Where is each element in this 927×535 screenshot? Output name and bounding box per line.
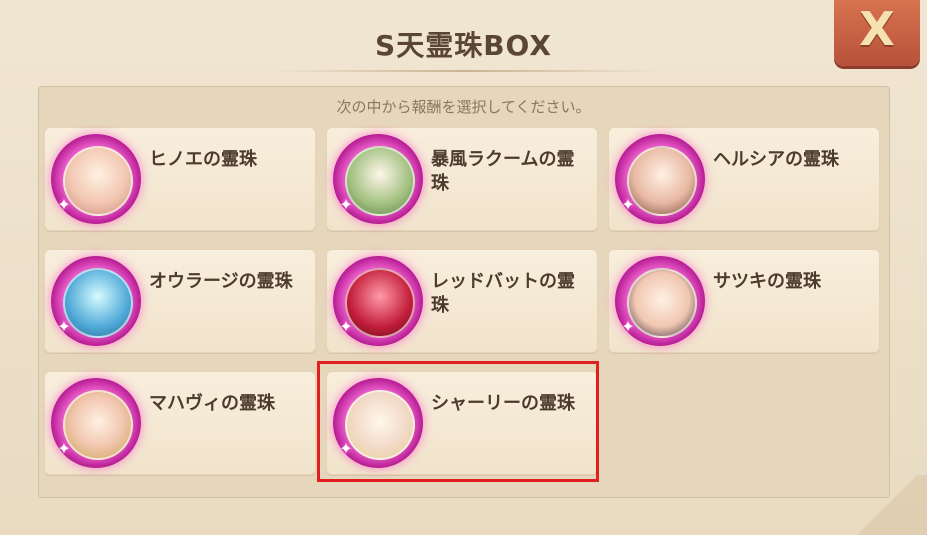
reward-box-dialog: S天霊珠BOX X 次の中から報酬を選択してください。 ✦ ヒノエの霊珠 ✦ 暴… xyxy=(0,0,927,535)
orb-icon: ✦ xyxy=(51,134,141,224)
reward-card-redbat[interactable]: ✦ レッドバットの霊珠 xyxy=(326,249,598,353)
instruction-text: 次の中から報酬を選択してください。 xyxy=(336,98,591,116)
sparkle-icon: ✦ xyxy=(57,317,71,336)
reward-label: オウラージの霊珠 xyxy=(149,271,293,292)
reward-card-satsuki[interactable]: ✦ サツキの霊珠 xyxy=(608,249,880,353)
title-divider xyxy=(270,70,660,72)
sparkle-icon: ✦ xyxy=(339,195,353,214)
character-portrait xyxy=(345,146,415,216)
sparkle-icon: ✦ xyxy=(57,195,71,214)
character-portrait xyxy=(345,268,415,338)
character-portrait xyxy=(627,146,697,216)
orb-icon: ✦ xyxy=(333,256,423,346)
reward-label: 暴風ラクームの霊珠 xyxy=(431,149,575,194)
character-portrait xyxy=(627,268,697,338)
reward-label: サツキの霊珠 xyxy=(713,271,821,292)
orb-icon: ✦ xyxy=(615,134,705,224)
reward-card-rakumu[interactable]: ✦ 暴風ラクームの霊珠 xyxy=(326,127,598,231)
sparkle-icon: ✦ xyxy=(621,195,635,214)
reward-card-ourage[interactable]: ✦ オウラージの霊珠 xyxy=(44,249,316,353)
dialog-title: S天霊珠BOX xyxy=(375,29,552,62)
orb-icon: ✦ xyxy=(51,256,141,346)
orb-icon: ✦ xyxy=(333,134,423,224)
close-button[interactable]: X xyxy=(834,0,920,66)
sparkle-icon: ✦ xyxy=(621,317,635,336)
sparkle-icon: ✦ xyxy=(57,439,71,458)
corner-decoration xyxy=(847,475,927,535)
orb-icon: ✦ xyxy=(51,378,141,468)
reward-card-hinoe[interactable]: ✦ ヒノエの霊珠 xyxy=(44,127,316,231)
selection-highlight xyxy=(317,361,599,482)
sparkle-icon: ✦ xyxy=(339,317,353,336)
character-portrait xyxy=(63,268,133,338)
reward-label: ヘルシアの霊珠 xyxy=(713,149,839,170)
reward-label: ヒノエの霊珠 xyxy=(149,149,257,170)
reward-label: マハヴィの霊珠 xyxy=(149,393,275,414)
character-portrait xyxy=(63,146,133,216)
reward-card-helsia[interactable]: ✦ ヘルシアの霊珠 xyxy=(608,127,880,231)
character-portrait xyxy=(63,390,133,460)
reward-label: レッドバットの霊珠 xyxy=(431,271,575,316)
close-icon: X xyxy=(859,2,895,56)
reward-card-mahavi[interactable]: ✦ マハヴィの霊珠 xyxy=(44,371,316,475)
orb-icon: ✦ xyxy=(615,256,705,346)
